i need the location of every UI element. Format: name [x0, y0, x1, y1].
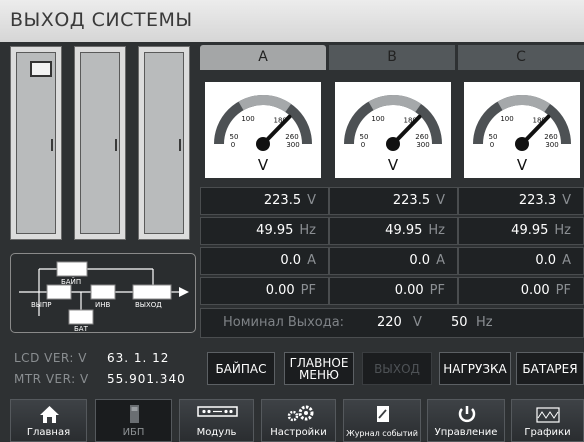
- output-label: ВЫХОД: [135, 301, 162, 309]
- inverter-label: ИНВ: [95, 301, 111, 309]
- nominal-frequency-unit: Hz: [476, 315, 493, 330]
- gauge-tick-label: 100: [500, 115, 513, 123]
- single-line-diagram: БАЙП ВЫПР ИНВ ВЫХОД БАТ: [10, 253, 196, 333]
- gauge-unit-label: V: [258, 156, 269, 174]
- frequency-b: 49.95 Hz: [329, 217, 458, 245]
- ups-cabinet-1: [10, 46, 62, 240]
- ups-cabinet-3: [138, 46, 190, 240]
- nominal-voltage: 220: [377, 315, 402, 330]
- nav-control[interactable]: Управление: [427, 399, 505, 442]
- gauge-tick-label: 0: [231, 141, 235, 149]
- tab-phase-a[interactable]: A: [200, 45, 326, 70]
- mtr-version-value: 55.901.340: [107, 372, 186, 386]
- gauge-unit-label: V: [517, 156, 528, 174]
- nav-ups[interactable]: ИБП: [95, 399, 172, 442]
- page-title: ВЫХОД СИСТЕМЫ: [10, 9, 193, 31]
- nominal-frequency: 50: [451, 315, 468, 330]
- gear-icon: [287, 405, 314, 422]
- gauge-tick-label: 50: [360, 133, 369, 141]
- nominal-voltage-unit: V: [413, 315, 422, 330]
- voltage-a: 223.5 V: [200, 187, 329, 215]
- nav-event-log[interactable]: Журнал событий: [343, 399, 421, 442]
- bypass-button[interactable]: БАЙПАС: [207, 352, 275, 385]
- gauge-tick-label: 300: [286, 141, 299, 149]
- module-icon: [197, 406, 238, 417]
- gauge-tick-label: 50: [230, 133, 239, 141]
- gauge-tick-label: 50: [489, 133, 498, 141]
- voltage-gauge-icon: 050100 180260300V: [344, 95, 442, 174]
- gauge-tick-label: 100: [371, 115, 384, 123]
- lcd-version-value: 63. 1. 12: [107, 351, 170, 365]
- power-factor-c: 0.00 PF: [458, 277, 584, 305]
- voltage-b: 223.5 V: [329, 187, 458, 215]
- nav-settings[interactable]: Настройки: [261, 399, 336, 442]
- nav-charts[interactable]: Графики: [511, 399, 584, 442]
- current-b: 0.0 A: [329, 247, 458, 275]
- title-bar: ВЫХОД СИСТЕМЫ: [0, 0, 584, 42]
- output-button[interactable]: ВЫХОД: [362, 352, 432, 385]
- rectifier-label: ВЫПР: [31, 301, 52, 309]
- load-button[interactable]: НАГРУЗКА: [439, 352, 511, 385]
- frequency-c: 49.95 Hz: [458, 217, 584, 245]
- diagram-lines: [19, 261, 189, 325]
- cabinet-screen-icon: [30, 61, 52, 77]
- nav-module[interactable]: Модуль: [179, 399, 254, 442]
- nominal-output-label: Номинал Выхода:: [223, 315, 345, 330]
- current-a: 0.0 A: [200, 247, 329, 275]
- lcd-version-label: LCD VER: V: [14, 351, 87, 365]
- battery-button[interactable]: БАТАРЕЯ: [516, 352, 584, 385]
- gauge-tick-label: 100: [241, 115, 254, 123]
- voltage-gauge-icon: 050100 180260300V: [473, 95, 571, 174]
- gauge-phase-c: 0 50 100 180 260 300 V: [464, 82, 580, 178]
- ups-cabinet-icon: [130, 405, 139, 423]
- power-icon: [458, 406, 476, 423]
- tab-phase-b[interactable]: B: [329, 45, 455, 70]
- mtr-version-label: MTR VER: V: [14, 372, 89, 386]
- frequency-a: 49.95 Hz: [200, 217, 329, 245]
- gauge-tick-label: 300: [416, 141, 429, 149]
- gauge-unit-label: V: [388, 156, 399, 174]
- main-menu-button[interactable]: ГЛАВНОЕ МЕНЮ: [284, 352, 354, 385]
- nav-home[interactable]: Главная: [10, 399, 87, 442]
- tab-phase-c[interactable]: C: [458, 45, 584, 70]
- gauge-phase-b: 0 50 100 180 260 300 V: [335, 82, 451, 178]
- bypass-label: БАЙП: [61, 278, 82, 286]
- gauge-tick-label: 0: [490, 141, 494, 149]
- gauge-tick-label: 0: [361, 141, 365, 149]
- voltage-c: 223.3 V: [458, 187, 584, 215]
- log-document-icon: [377, 406, 389, 422]
- chart-icon: [536, 407, 560, 423]
- nominal-output-row: Номинал Выхода: 220 V 50 Hz: [200, 308, 584, 338]
- power-factor-a: 0.00 PF: [200, 277, 329, 305]
- voltage-gauge-icon: 050100 180260300V: [214, 95, 312, 174]
- power-factor-b: 0.00 PF: [329, 277, 458, 305]
- current-c: 0.0 A: [458, 247, 584, 275]
- gauge-tick-label: 300: [545, 141, 558, 149]
- battery-label: БАТ: [74, 325, 88, 333]
- gauge-phase-a: 0 50 100 180 260 300 V: [205, 82, 321, 178]
- ups-cabinet-2: [74, 46, 126, 240]
- home-icon: [40, 406, 59, 423]
